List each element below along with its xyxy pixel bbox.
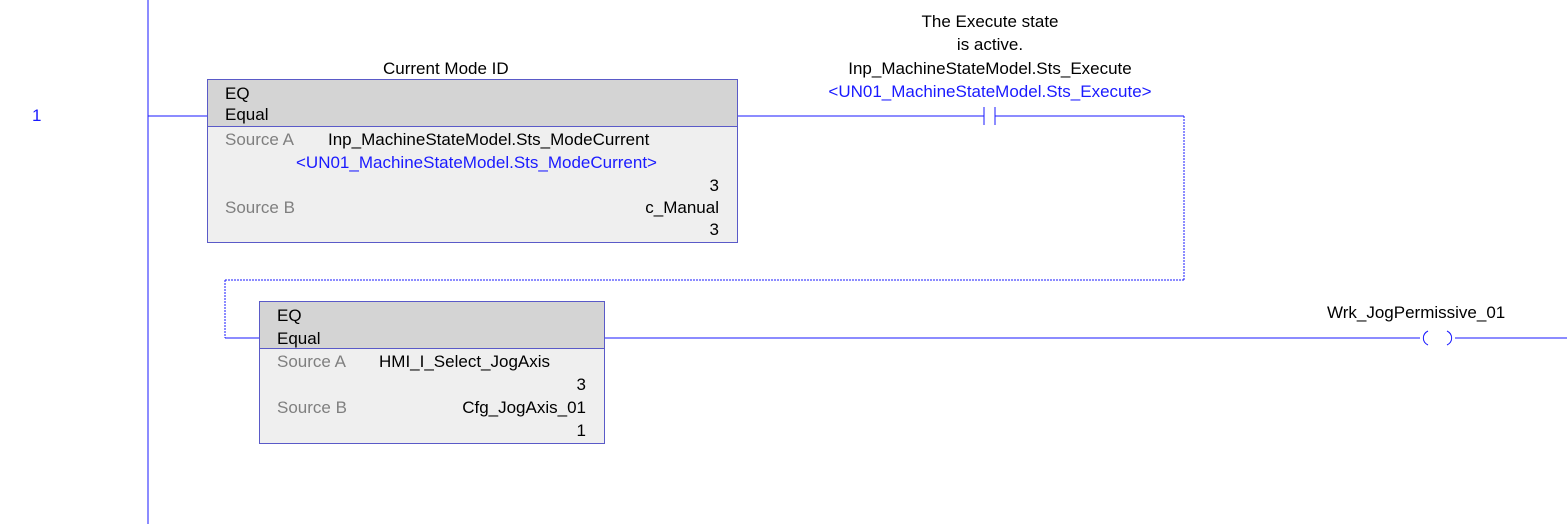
eq2-source-b-tag[interactable]: Cfg_JogAxis_01 [462,398,586,418]
eq1-source-a-label: Source A [225,130,294,149]
eq2-source-b-label: Source B [277,398,347,417]
xic-description-line1: The Execute state [921,12,1059,31]
eq1-source-b-tag[interactable]: c_Manual [645,198,719,218]
eq2-source-a-tag[interactable]: HMI_I_Select_JogAxis [379,352,550,372]
ote-tag[interactable]: Wrk_JogPermissive_01 [1327,303,1505,323]
xic-tag[interactable]: Inp_MachineStateModel.Sts_Execute [790,59,1190,79]
xic-description-line2: is active. [956,35,1024,54]
eq1-header [208,80,737,127]
eq1-mnemonic: EQ [225,84,250,103]
eq2-name: Equal [277,329,321,348]
eq2-source-a-value: 3 [576,375,586,394]
ote-coil-symbol[interactable] [1422,330,1453,346]
rung-number: 1 [32,106,42,125]
eq1-description: Current Mode ID [383,59,509,78]
eq2-source-a-label: Source A [277,352,346,371]
eq1-source-a-tag[interactable]: Inp_MachineStateModel.Sts_ModeCurrent [328,130,649,150]
eq2-instruction-block[interactable]: EQ Equal Source A HMI_I_Select_JogAxis 3… [259,301,605,444]
xic-description: The Execute state is active. [880,12,1100,55]
eq1-source-a-value: 3 [709,176,719,195]
xic-alias: <UN01_MachineStateModel.Sts_Execute> [828,82,1152,101]
eq2-mnemonic: EQ [277,306,302,325]
eq1-name: Equal [225,105,269,124]
eq1-source-b-value: 3 [709,220,719,239]
eq1-source-b-label: Source B [225,198,295,217]
eq2-source-b-value: 1 [576,421,586,440]
eq1-source-a-alias: <UN01_MachineStateModel.Sts_ModeCurrent> [296,153,657,172]
eq1-instruction-block[interactable]: EQ Equal Source A Inp_MachineStateModel.… [207,79,738,243]
